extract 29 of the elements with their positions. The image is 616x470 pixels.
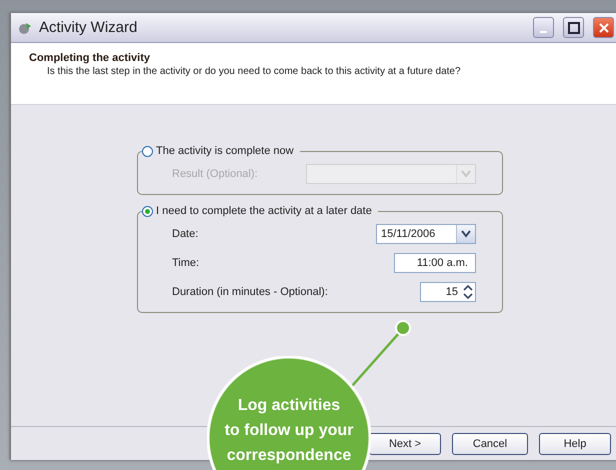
caret-icon	[461, 170, 471, 178]
maximize-button[interactable]	[563, 17, 584, 38]
radio-label: The activity is complete now	[156, 145, 294, 157]
wizard-button[interactable]: Next >	[369, 432, 441, 454]
maximize-icon	[568, 22, 580, 34]
pointer-dot	[395, 320, 411, 336]
radio-button[interactable]	[142, 206, 153, 216]
radio-label: I need to complete the activity at a later date	[156, 205, 372, 217]
close-button[interactable]	[593, 17, 614, 38]
field-label: Duration (in minutes - Optional):	[172, 286, 328, 298]
step-title: Completing the activity	[29, 52, 152, 64]
wizard-button[interactable]: Help	[539, 432, 611, 454]
caret-icon	[461, 230, 471, 238]
radio-button[interactable]	[142, 146, 153, 156]
window-title: Activity Wizard	[39, 19, 138, 36]
field-label: Date:	[172, 228, 198, 240]
spinner-arrows-icon[interactable]	[461, 282, 475, 300]
callout-text: Log activities to follow up your correspondence	[224, 396, 354, 466]
minimize-icon	[540, 30, 547, 32]
dropdown-field[interactable]	[306, 164, 476, 184]
step-description: Is this the last step in the activity or do you need to come back to this activity at a future date?	[47, 66, 462, 77]
dropdown-field[interactable]: 15/11/2006	[376, 224, 476, 244]
input-field[interactable]: 11:00 a.m.	[394, 252, 476, 272]
field-label: Time:	[172, 256, 200, 268]
spinner-field[interactable]: 15	[420, 282, 476, 302]
close-icon	[598, 22, 610, 34]
wizard-button[interactable]: Cancel	[452, 432, 528, 454]
minimize-button[interactable]	[533, 17, 554, 38]
field-label: Result (Optional):	[172, 168, 258, 180]
